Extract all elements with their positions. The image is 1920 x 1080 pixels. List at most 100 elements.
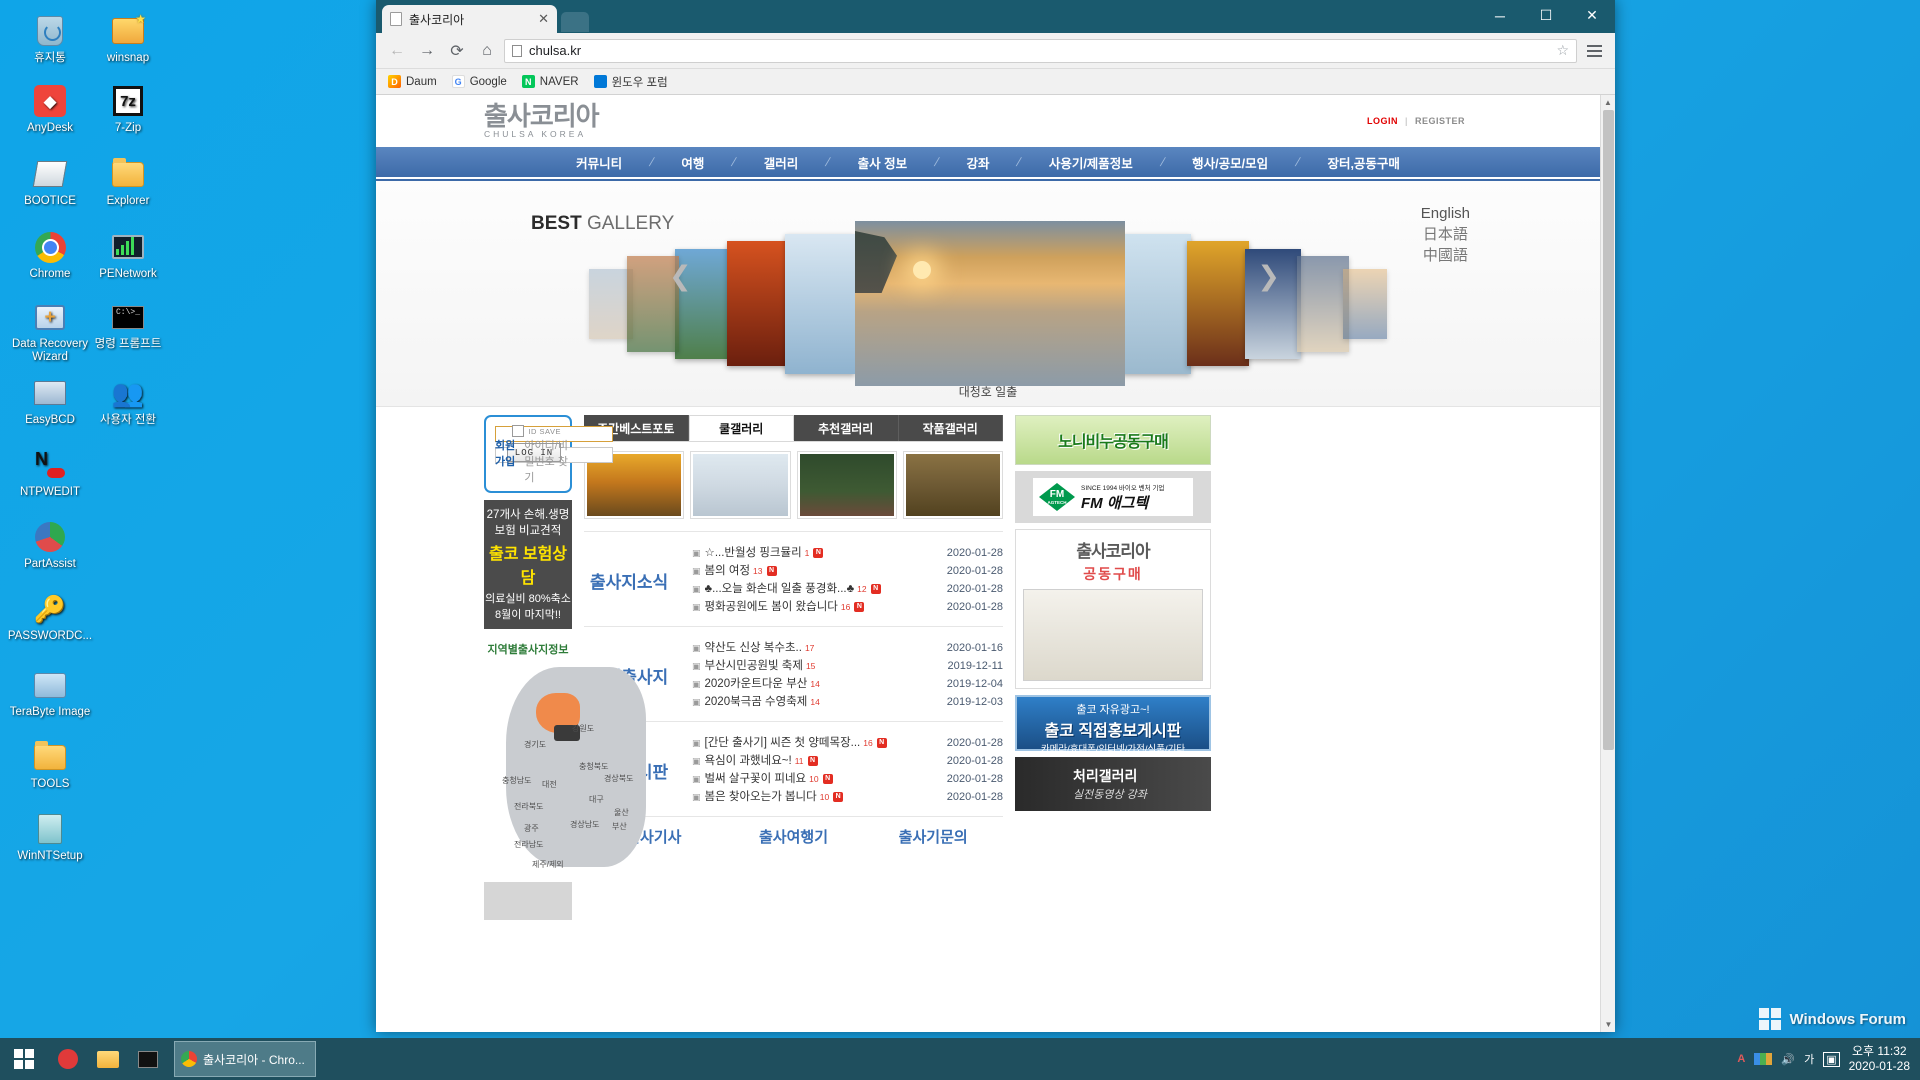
list-item[interactable]: ▣ 2020북극곰 수영축제 14 2019-12-03	[692, 693, 1003, 711]
bookmark-windows-forum[interactable]: 윈도우 포럼	[593, 74, 668, 90]
maximize-icon[interactable]: ☐	[1523, 0, 1569, 31]
nav-item-market[interactable]: 장터,공동구매	[1299, 153, 1427, 172]
nav-item-gallery[interactable]: 갤러리	[736, 153, 827, 172]
carousel-thumb[interactable]	[1121, 233, 1191, 374]
banner-video-lecture[interactable]: 처리갤러리 실전동영상 강좌	[1015, 757, 1211, 811]
list-item[interactable]: ▣ 부산시민공원빛 축제 15 2019-12-11	[692, 657, 1003, 675]
nav-item-reviews[interactable]: 사용기/제품정보	[1021, 153, 1161, 172]
taskbar-icon-file-explorer[interactable]	[88, 1038, 128, 1080]
left-bottom-banner[interactable]	[484, 882, 572, 920]
scroll-up-icon[interactable]: ▲	[1601, 95, 1615, 110]
map-label-jeonnam[interactable]: 전라남도	[514, 839, 543, 850]
desktop-icon-command-prompt[interactable]: C:\>_ 명령 프롬프트	[80, 300, 176, 351]
list-item[interactable]: ▣ 벌써 살구꽃이 피네요 10 N 2020-01-28	[692, 770, 1003, 788]
desktop-icon-partassist[interactable]: PartAssist	[2, 520, 98, 571]
taskbar-task-chrome[interactable]: 출사코리아 - Chro...	[174, 1041, 316, 1077]
list-item[interactable]: ▣ 약산도 신상 복수초.. 17 2020-01-16	[692, 639, 1003, 657]
map-label-chungbuk[interactable]: 충청북도	[579, 761, 608, 772]
map-label-jeonbuk[interactable]: 전라북도	[514, 801, 543, 812]
start-button[interactable]	[0, 1038, 48, 1080]
desktop-icon-tools[interactable]: TOOLS	[2, 740, 98, 791]
tray-expand-icon[interactable]: ▣	[1823, 1051, 1840, 1067]
desktop-icon-7zip[interactable]: 7z 7-Zip	[80, 84, 176, 135]
close-icon[interactable]: ✕	[1569, 0, 1615, 31]
site-logo[interactable]: 출사코리아 CHULSA KOREA	[484, 103, 600, 139]
insurance-banner[interactable]: 27개사 손해.생명보험 비교견적 출코 보험상담 의료실비 80%축소 8월이…	[484, 500, 572, 629]
desktop-icon-penetwork[interactable]: PENetwork	[80, 230, 176, 281]
desktop-icon-terabyte-image[interactable]: TeraByte Image	[2, 668, 98, 719]
nav-item-lecture[interactable]: 강좌	[938, 153, 1017, 172]
find-credentials-link[interactable]: 아이디/비밀번호 찾기	[524, 437, 570, 485]
carousel-thumb[interactable]	[727, 241, 789, 366]
list-block-title[interactable]: 출사지소식	[584, 544, 692, 616]
desktop-icon-winsnap[interactable]: winsnap	[80, 13, 176, 65]
carousel-thumb[interactable]	[785, 233, 855, 374]
browser-tab[interactable]: 출사코리아 ✕	[382, 5, 557, 33]
desktop-icon-ntpwedit[interactable]: N NTPWEDIT	[2, 448, 98, 499]
nav-item-community[interactable]: 커뮤니티	[548, 153, 650, 172]
forward-icon[interactable]: →	[414, 38, 440, 64]
page-info-icon[interactable]	[512, 44, 522, 57]
tray-icon-colors[interactable]	[1754, 1053, 1773, 1065]
desktop-icon-winntsetup[interactable]: WinNTSetup	[2, 812, 98, 863]
map-label-gwangju[interactable]: 광주	[524, 823, 539, 834]
map-label-gyeongnam[interactable]: 경상남도	[570, 819, 599, 830]
taskbar-icon-console[interactable]	[128, 1038, 168, 1080]
tray-icon-a[interactable]: A	[1737, 1053, 1745, 1065]
nav-item-events[interactable]: 행사/공모/모임	[1164, 153, 1296, 172]
map-label-busan[interactable]: 부산	[612, 821, 627, 832]
banner-chulsa-group-buy[interactable]: 출사코리아 공동구매	[1015, 529, 1211, 689]
taskbar-icon-opera[interactable]	[48, 1038, 88, 1080]
new-tab-button[interactable]	[561, 12, 589, 32]
chrome-browser-window[interactable]: 출사코리아 ✕ ─ ☐ ✕ ← → ⟳ ⌂ chulsa.kr ☆ D Daum…	[376, 0, 1615, 1032]
desktop-icon-passwordc[interactable]: 🔑 PASSWORDC...	[2, 592, 98, 643]
login-link[interactable]: LOGIN	[1367, 116, 1398, 126]
nav-item-chulsa-info[interactable]: 출사 정보	[830, 153, 935, 172]
banner-noni-soap[interactable]: 노니비누공동구매	[1015, 415, 1211, 465]
map-label-daejeon[interactable]: 대전	[542, 779, 557, 790]
signup-link[interactable]: 회원 가입	[495, 437, 515, 469]
list-item[interactable]: ▣ 봄의 여정 13 N 2020-01-28	[692, 562, 1003, 580]
map-label-daegu[interactable]: 대구	[589, 794, 604, 805]
list-item[interactable]: ▣ 2020카운트다운 부산 14 2019-12-04	[692, 675, 1003, 693]
carousel-thumb[interactable]	[1343, 268, 1387, 339]
volume-icon[interactable]: 🔊	[1781, 1053, 1795, 1066]
list-item[interactable]: ▣ 욕심이 과했네요~! 11 N 2020-01-28	[692, 752, 1003, 770]
carousel-thumb[interactable]	[1297, 255, 1349, 352]
region-map[interactable]: 강원도 경기도 충청북도 충청남도 경상북도 대전 대구 전라북도 울산 광주 …	[484, 661, 646, 876]
list-item[interactable]: ▣ ♣...오늘 화손대 일출 풍경화...♣ 12 N 2020-01-28	[692, 580, 1003, 598]
desktop-icon-explorer[interactable]: Explorer	[80, 157, 176, 208]
tab-chulsa-travelogue[interactable]: 출사여행기	[724, 826, 864, 847]
id-save-checkbox[interactable]	[512, 425, 525, 437]
minimize-icon[interactable]: ─	[1477, 0, 1523, 31]
address-bar[interactable]: chulsa.kr ☆	[504, 38, 1577, 63]
map-label-gyeongbuk[interactable]: 경상북도	[604, 773, 633, 784]
home-icon[interactable]: ⌂	[474, 38, 500, 64]
tab-chulsa-inquiry[interactable]: 출사기문의	[863, 826, 1003, 847]
browser-menu-button[interactable]	[1581, 42, 1607, 60]
list-item[interactable]: ▣ [간단 출사기] 씨즌 첫 양떼목장... 16 N 2020-01-28	[692, 734, 1003, 752]
map-label-gyeonggi[interactable]: 경기도	[524, 739, 546, 750]
ime-indicator[interactable]: 가	[1804, 1051, 1814, 1067]
taskbar-clock[interactable]: 오후 11:32 2020-01-28	[1849, 1044, 1910, 1074]
scrollbar-thumb[interactable]	[1603, 110, 1614, 750]
banner-fm-agtech[interactable]: FM AGTECH SINCE 1994 바이오 벤처 기업 FM 애그텍	[1015, 471, 1211, 523]
close-icon[interactable]: ✕	[538, 11, 549, 27]
reload-icon[interactable]: ⟳	[444, 38, 470, 64]
gallery-thumb-item[interactable]	[902, 451, 1003, 519]
browser-titlebar[interactable]: 출사코리아 ✕ ─ ☐ ✕	[376, 0, 1615, 33]
list-item[interactable]: ▣ 봄은 찾아오는가 봅니다 10 N 2020-01-28	[692, 788, 1003, 806]
carousel-hero-image[interactable]	[855, 221, 1125, 386]
gallery-thumb-item[interactable]	[796, 451, 897, 519]
list-item[interactable]: ▣ 평화공원에도 봄이 왔습니다 16 N 2020-01-28	[692, 598, 1003, 616]
carousel-prev-icon[interactable]: ❮	[669, 261, 692, 292]
scroll-down-icon[interactable]: ▼	[1601, 1017, 1615, 1032]
map-label-ulsan[interactable]: 울산	[614, 807, 629, 818]
list-item[interactable]: ▣ ☆...반월성 핑크뮬리 1 N 2020-01-28	[692, 544, 1003, 562]
carousel-next-icon[interactable]: ❯	[1257, 261, 1280, 292]
tab-cool-gallery[interactable]: 쿨갤러리	[688, 415, 794, 441]
gallery-thumb-item[interactable]	[690, 451, 791, 519]
page-scrollbar[interactable]: ▲ ▼	[1600, 95, 1615, 1032]
map-label-gangwon[interactable]: 강원도	[572, 723, 594, 734]
id-save-option[interactable]: ID SAVE	[512, 425, 561, 437]
